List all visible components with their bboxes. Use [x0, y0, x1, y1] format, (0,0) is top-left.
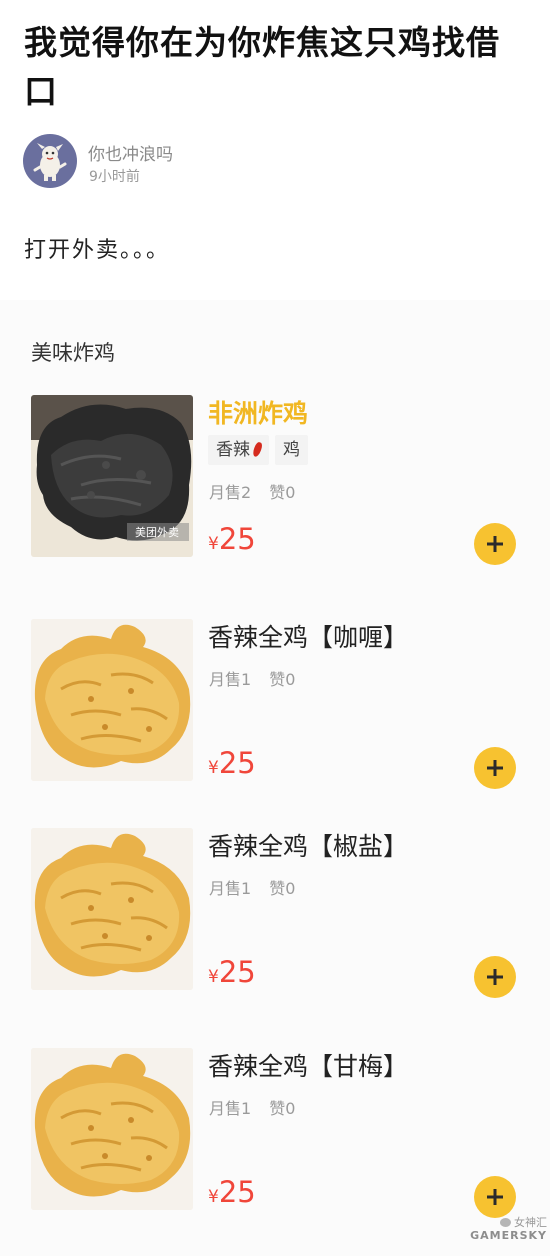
chili-pepper-icon	[251, 441, 264, 458]
price-value: 25	[218, 746, 256, 780]
tag: 鸡	[275, 435, 308, 465]
photo-watermark: 美团外卖	[135, 526, 179, 539]
item-tags: 香辣 鸡	[208, 435, 308, 465]
item-stats: 月售1 赞0	[209, 875, 295, 899]
likes-count: 赞0	[269, 670, 296, 689]
monthly-sales: 月售1	[209, 879, 252, 898]
currency-symbol: ¥	[208, 967, 219, 987]
post-body: 打开外卖。。。	[24, 238, 171, 263]
post-title: 我觉得你在为你炸焦这只鸡找借口	[24, 23, 500, 111]
tag: 香辣	[208, 435, 269, 465]
price-value: 25	[218, 955, 256, 989]
likes-count: 赞0	[269, 483, 296, 502]
item-price: ¥25	[208, 955, 256, 989]
menu-section-title: 美味炸鸡	[31, 341, 115, 365]
menu-item[interactable]: 香辣全鸡【甘梅】 月售1 赞0 ¥25	[0, 1048, 550, 1218]
golden-fried-chicken-photo	[31, 619, 193, 781]
menu-item[interactable]: 美团外卖 非洲炸鸡 香辣 鸡 月售2 赞0 ¥25	[0, 395, 550, 565]
monthly-sales: 月售2	[209, 483, 252, 502]
add-to-cart-button[interactable]	[474, 747, 516, 789]
monthly-sales: 月售1	[209, 1099, 252, 1118]
avatar[interactable]	[23, 134, 77, 188]
add-to-cart-button[interactable]	[474, 523, 516, 565]
item-stats: 月售2 赞0	[209, 479, 295, 503]
item-price: ¥25	[208, 1175, 256, 1209]
likes-count: 赞0	[269, 1099, 296, 1118]
item-name: 香辣全鸡【甘梅】	[208, 1052, 409, 1081]
menu-item[interactable]: 香辣全鸡【椒盐】 月售1 赞0 ¥25	[0, 828, 550, 998]
menu-item[interactable]: 香辣全鸡【咖喱】 月售1 赞0 ¥25	[0, 619, 550, 789]
likes-count: 赞0	[269, 879, 296, 898]
item-name: 香辣全鸡【咖喱】	[208, 623, 409, 652]
item-name: 非洲炸鸡	[208, 399, 309, 428]
watermark: 女神汇 GAMERSKY	[455, 1216, 547, 1242]
post-time: 9小时前	[89, 169, 140, 185]
watermark-line2: GAMERSKY	[470, 1229, 547, 1242]
avatar-cartoon-icon	[33, 143, 67, 181]
wechat-icon	[500, 1218, 511, 1227]
item-price: ¥25	[208, 522, 256, 556]
currency-symbol: ¥	[208, 758, 219, 778]
author-name[interactable]: 你也冲浪吗	[88, 140, 173, 165]
add-to-cart-button[interactable]	[474, 1176, 516, 1218]
item-name: 香辣全鸡【椒盐】	[208, 832, 409, 861]
watermark-line1: 女神汇	[514, 1216, 547, 1229]
currency-symbol: ¥	[208, 534, 219, 554]
golden-fried-chicken-photo	[31, 828, 193, 990]
item-stats: 月售1 赞0	[209, 1095, 295, 1119]
monthly-sales: 月售1	[209, 670, 252, 689]
golden-fried-chicken-photo	[31, 1048, 193, 1210]
item-price: ¥25	[208, 746, 256, 780]
price-value: 25	[218, 1175, 256, 1209]
price-value: 25	[218, 522, 256, 556]
add-to-cart-button[interactable]	[474, 956, 516, 998]
item-stats: 月售1 赞0	[209, 666, 295, 690]
currency-symbol: ¥	[208, 1187, 219, 1207]
burnt-fried-chicken-photo: 美团外卖	[31, 395, 193, 557]
